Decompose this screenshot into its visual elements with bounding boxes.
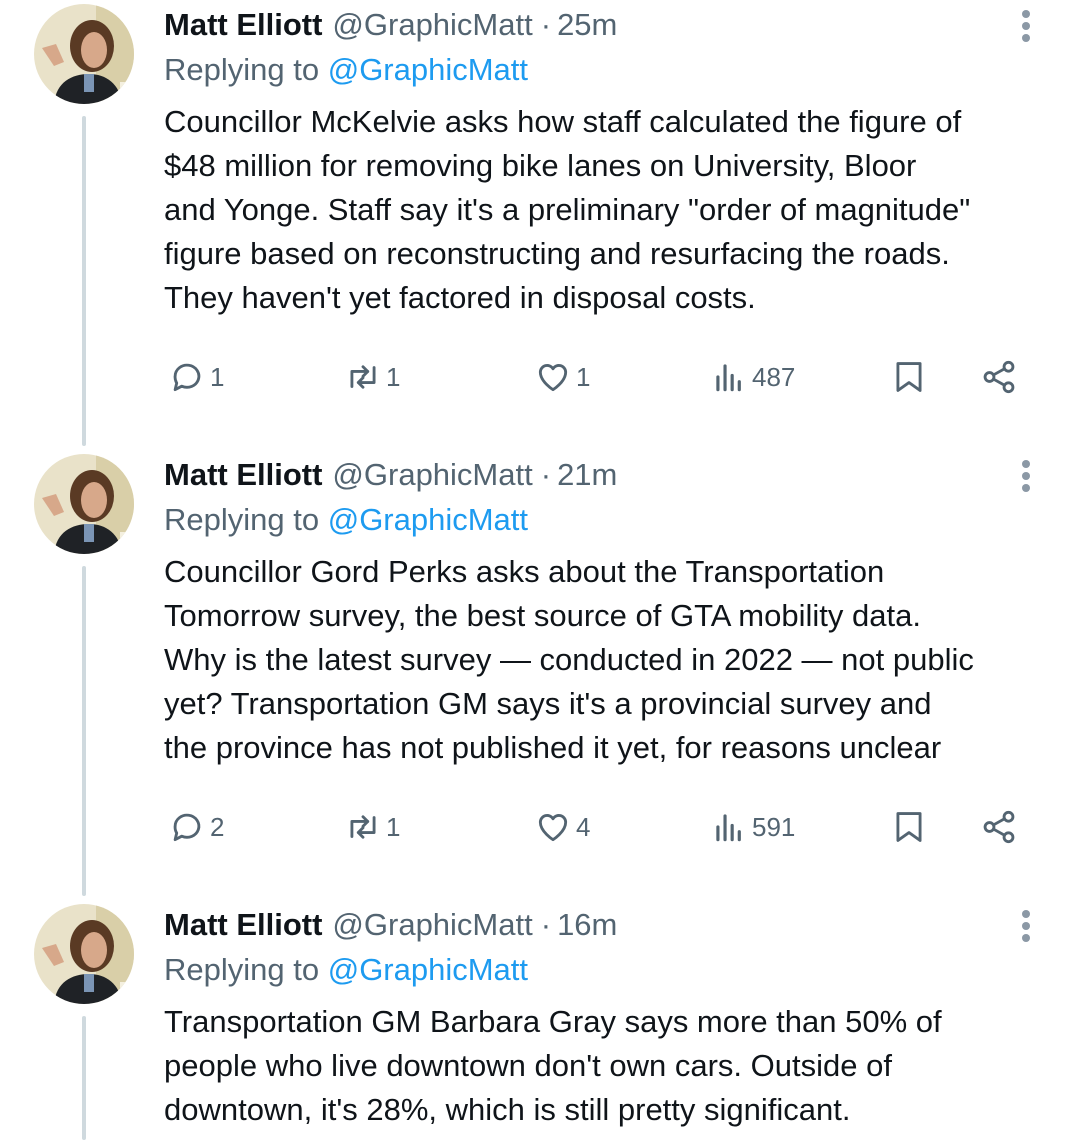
author-handle[interactable]: @GraphicMatt — [332, 7, 532, 43]
tweet-text-line: the province has not published it yet, f… — [164, 730, 942, 765]
separator: · — [540, 907, 552, 942]
heart-icon — [538, 814, 568, 842]
tweet-text-line: Transportation GM Barbara Gray says more… — [164, 1004, 942, 1039]
more-icon[interactable] — [1016, 8, 1036, 44]
replying-to-link[interactable]: @GraphicMatt — [328, 952, 528, 987]
tweet-text-line: yet? Transportation GM says it's a provi… — [164, 686, 932, 721]
avatar[interactable] — [34, 4, 134, 104]
like-button[interactable]: 1 — [534, 352, 590, 402]
action-bar: 1 1 1 487 — [164, 352, 1044, 402]
bookmark-button[interactable] — [890, 352, 928, 402]
timestamp[interactable]: 16m — [557, 907, 617, 943]
share-icon — [983, 360, 1015, 394]
tweet-text-line: $48 million for removing bike lanes on U… — [164, 148, 917, 183]
separator: · — [540, 457, 552, 492]
tweet-text: Transportation GM Barbara Gray says more… — [164, 1000, 1054, 1132]
reply-icon — [173, 813, 201, 842]
tweet-text-line: downtown, it's 28%, which is still prett… — [164, 1092, 851, 1127]
action-bar: 2 1 4 591 — [164, 802, 1044, 852]
bookmark-button[interactable] — [890, 802, 928, 852]
tweet-text-line: Why is the latest survey — conducted in … — [164, 642, 974, 677]
views-icon — [716, 814, 741, 842]
tweet-header: Matt Elliott @GraphicMatt · 21m — [164, 450, 617, 500]
tweet-text-line: They haven't yet factored in disposal co… — [164, 280, 756, 315]
share-icon — [983, 810, 1015, 844]
replying-to: Replying to @GraphicMatt — [164, 502, 528, 538]
heart-icon — [538, 364, 568, 392]
replying-to-link[interactable]: @GraphicMatt — [328, 52, 528, 87]
tweet-header: Matt Elliott @GraphicMatt · 16m — [164, 900, 617, 950]
like-count: 1 — [576, 361, 591, 392]
repost-count: 1 — [386, 361, 401, 392]
tweet: Matt Elliott @GraphicMatt · 25m Replying… — [0, 0, 1080, 450]
author-name[interactable]: Matt Elliott — [164, 907, 322, 943]
reply-button[interactable]: 2 — [168, 802, 224, 852]
replying-to-link[interactable]: @GraphicMatt — [328, 502, 528, 537]
author-name[interactable]: Matt Elliott — [164, 7, 322, 43]
tweet: Matt Elliott @GraphicMatt · 16m Replying… — [0, 900, 1080, 1140]
replying-to: Replying to @GraphicMatt — [164, 952, 528, 988]
timestamp[interactable]: 25m — [557, 7, 617, 43]
author-handle[interactable]: @GraphicMatt — [332, 457, 532, 493]
repost-icon — [350, 815, 376, 839]
bookmark-icon — [896, 812, 922, 842]
views-button[interactable]: 591 — [710, 802, 795, 852]
author-handle[interactable]: @GraphicMatt — [332, 907, 532, 943]
views-count: 591 — [752, 811, 796, 842]
more-icon[interactable] — [1016, 908, 1036, 944]
tweet-header: Matt Elliott @GraphicMatt · 25m — [164, 0, 617, 50]
like-button[interactable]: 4 — [534, 802, 590, 852]
tweet: Matt Elliott @GraphicMatt · 21m Replying… — [0, 450, 1080, 900]
views-count: 487 — [752, 361, 796, 392]
timestamp[interactable]: 21m — [557, 457, 617, 493]
reply-button[interactable]: 1 — [168, 352, 224, 402]
repost-count: 1 — [386, 811, 401, 842]
reply-count: 2 — [210, 811, 225, 842]
author-name[interactable]: Matt Elliott — [164, 457, 322, 493]
like-count: 4 — [576, 811, 591, 842]
replying-to-label: Replying to — [164, 502, 328, 537]
share-button[interactable] — [980, 802, 1018, 852]
tweet-text: Councillor McKelvie asks how staff calcu… — [164, 100, 1054, 320]
repost-button[interactable]: 1 — [344, 802, 400, 852]
separator: · — [540, 7, 552, 42]
more-icon[interactable] — [1016, 458, 1036, 494]
tweet-text: Councillor Gord Perks asks about the Tra… — [164, 550, 1054, 770]
repost-icon — [350, 365, 376, 389]
avatar[interactable] — [34, 454, 134, 554]
share-button[interactable] — [980, 352, 1018, 402]
tweet-text-line: Councillor McKelvie asks how staff calcu… — [164, 104, 962, 139]
tweet-text-line: Councillor Gord Perks asks about the Tra… — [164, 554, 885, 589]
views-button[interactable]: 487 — [710, 352, 795, 402]
replying-to: Replying to @GraphicMatt — [164, 52, 528, 88]
avatar[interactable] — [34, 904, 134, 1004]
views-icon — [716, 364, 741, 392]
replying-to-label: Replying to — [164, 952, 328, 987]
bookmark-icon — [896, 362, 922, 392]
reply-icon — [173, 363, 201, 392]
tweet-text-line: and Yonge. Staff say it's a preliminary … — [164, 192, 971, 227]
replying-to-label: Replying to — [164, 52, 328, 87]
tweet-text-line: Tomorrow survey, the best source of GTA … — [164, 598, 921, 633]
reply-count: 1 — [210, 361, 225, 392]
tweet-text-line: people who live downtown don't own cars.… — [164, 1048, 892, 1083]
tweet-text-line: figure based on reconstructing and resur… — [164, 236, 950, 271]
repost-button[interactable]: 1 — [344, 352, 400, 402]
